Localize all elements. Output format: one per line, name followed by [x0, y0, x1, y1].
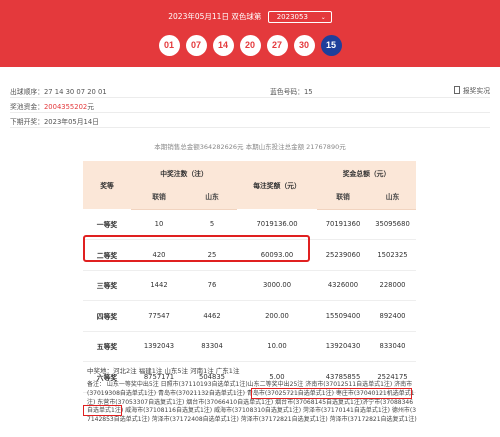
- prize-level: 五等奖: [83, 331, 131, 362]
- draw-date-text: 2023年05月11日 双色球第: [168, 12, 262, 21]
- blue-number-value: 15: [303, 88, 313, 96]
- total-group-header: 奖金总额（元）: [317, 161, 416, 184]
- pool-unit: 元: [87, 103, 95, 111]
- blue-number-row: 蓝色号码：15: [270, 86, 313, 96]
- divider: [10, 97, 490, 98]
- shandong-count: 4462: [187, 300, 237, 332]
- winning-numbers: 01 07 14 20 27 30 15: [0, 35, 500, 56]
- count-group-header: 中奖注数（注）: [131, 161, 237, 184]
- next-draw-label: 下期开奖：: [10, 118, 44, 126]
- report-link-label: 报奖实况: [462, 87, 490, 95]
- next-draw-value: 2023年05月14日: [43, 118, 99, 126]
- next-draw-row: 下期开奖：2023年05月14日: [10, 116, 99, 126]
- document-icon: [453, 86, 460, 94]
- national-total: 70191360: [317, 209, 369, 240]
- pool-value: 2004355202: [43, 103, 88, 111]
- report-link[interactable]: 报奖实况: [453, 85, 490, 95]
- prize-table: 奖等 中奖注数（注） 每注奖额（元） 奖金总额（元） 联销 山东 联销 山东 一…: [83, 161, 416, 393]
- sub-shandong-header: 山东: [187, 184, 237, 210]
- blue-number-label: 蓝色号码：: [270, 88, 304, 96]
- shandong-count: 83304: [187, 331, 237, 362]
- shandong-total: 35095680: [369, 209, 416, 240]
- issue-select-value: 2023053: [276, 13, 308, 21]
- chevron-down-icon: ⌄: [320, 14, 326, 21]
- sales-summary: 本期销售总金额364282626元 本期山东投注总金额 21767890元: [154, 143, 346, 151]
- shandong-total: 1502325: [369, 239, 416, 271]
- national-count: 77547: [131, 300, 187, 332]
- col-level-header: 奖等: [83, 161, 131, 209]
- shandong-total: 228000: [369, 270, 416, 301]
- national-total: 4326000: [317, 270, 369, 301]
- national-total: 13920430: [317, 331, 369, 362]
- draw-order-label: 出球顺序：: [10, 88, 44, 96]
- pool-row: 奖池资金：2004355202元: [10, 101, 94, 111]
- draw-order-row: 出球顺序：27 14 30 07 20 01: [10, 86, 107, 96]
- highlight-box: [251, 388, 412, 399]
- red-ball: 27: [266, 35, 288, 56]
- highlight-box: [83, 235, 310, 262]
- table-row: 五等奖 1392043 83304 10.00 13920430 833040: [83, 331, 416, 362]
- prize-level: 三等奖: [83, 270, 131, 301]
- winning-areas: 中奖地：河北2注 福建1注 山东5注 河南1注 广东1注: [87, 367, 240, 375]
- issue-select[interactable]: 2023053 ⌄: [267, 11, 332, 23]
- national-count: 1442: [131, 270, 187, 301]
- table-row: 三等奖 1442 76 3000.00 4326000 228000: [83, 270, 416, 301]
- national-total: 15509400: [317, 300, 369, 332]
- sub-national-header: 联销: [131, 184, 187, 210]
- sub-national-header: 联销: [317, 184, 369, 210]
- shandong-count: 76: [187, 270, 237, 301]
- sub-shandong-header: 山东: [369, 184, 416, 210]
- shandong-total: 892400: [369, 300, 416, 332]
- draw-header: 2023年05月11日 双色球第 2023053 ⌄ 01 07 14 20 2…: [0, 0, 500, 67]
- red-ball: 01: [158, 35, 180, 56]
- divider: [10, 112, 490, 113]
- divider: [10, 127, 490, 128]
- red-ball: 20: [239, 35, 261, 56]
- draw-order-value: 27 14 30 07 20 01: [43, 88, 107, 96]
- draw-date-line: 2023年05月11日 双色球第 2023053 ⌄: [0, 11, 500, 23]
- col-bonus-header: 每注奖额（元）: [237, 161, 317, 209]
- prize-level: 四等奖: [83, 300, 131, 332]
- national-total: 25239060: [317, 239, 369, 271]
- highlight-box: [83, 405, 122, 416]
- red-ball: 30: [293, 35, 315, 56]
- red-ball: 07: [185, 35, 207, 56]
- pool-label: 奖池资金：: [10, 103, 44, 111]
- bonus-amount: 10.00: [237, 331, 317, 362]
- blue-ball: 15: [320, 35, 342, 56]
- red-ball: 14: [212, 35, 234, 56]
- national-count: 1392043: [131, 331, 187, 362]
- bonus-amount: 200.00: [237, 300, 317, 332]
- table-row: 四等奖 77547 4462 200.00 15509400 892400: [83, 300, 416, 332]
- bonus-amount: 3000.00: [237, 270, 317, 301]
- shandong-total: 833040: [369, 331, 416, 362]
